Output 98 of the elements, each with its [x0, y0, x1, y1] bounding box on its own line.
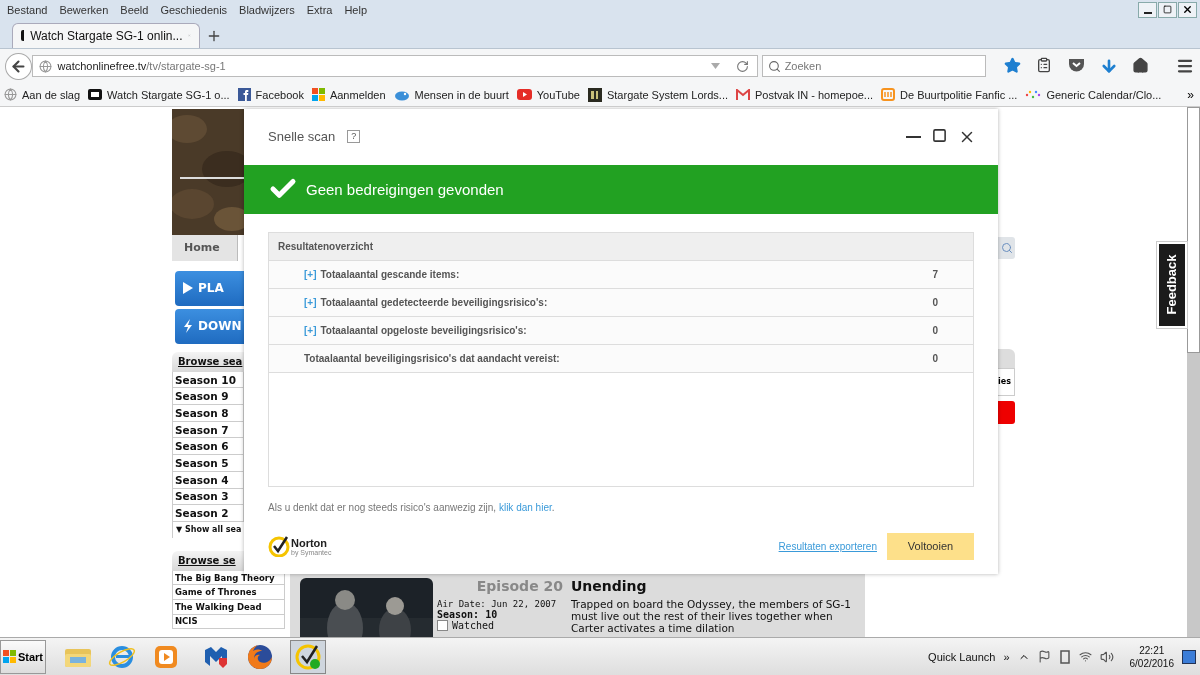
season-link[interactable]: Season 2 — [172, 505, 244, 522]
help-button[interactable]: ? — [347, 130, 361, 144]
bookmark[interactable]: Aanmelden — [311, 88, 386, 102]
speaker-icon[interactable] — [1099, 649, 1114, 664]
lightning-icon — [183, 319, 193, 334]
facebook-icon — [237, 88, 251, 102]
bookmark[interactable]: Stargate System Lords... — [587, 87, 729, 102]
toolbar-overflow[interactable]: » — [1003, 650, 1010, 663]
bookmark[interactable]: Facebook — [237, 88, 304, 102]
season-info: Season: 10 — [437, 608, 498, 620]
side-label: ies — [998, 367, 1015, 396]
norton-task-icon[interactable] — [290, 639, 326, 674]
search-field[interactable]: Zoeken — [761, 55, 986, 78]
episode-number: Episode 20 — [476, 577, 563, 594]
tab-title: Watch Stargate SG-1 onlin... — [30, 28, 183, 43]
finish-button[interactable]: Voltooien — [887, 532, 974, 560]
flag-icon[interactable] — [1037, 650, 1051, 664]
check-badge-icon — [268, 535, 290, 558]
download-button[interactable]: DOWN — [175, 308, 247, 344]
play-icon — [183, 282, 193, 295]
menu-item[interactable]: Geschiedenis — [160, 3, 228, 16]
result-label: Totaalaantal opgeloste beveiligingsrisico's: — [320, 324, 527, 336]
bookmark[interactable]: Generic Calendar/Clo... — [1025, 88, 1162, 101]
address-field[interactable]: watchonlinefree.tv/tv/stargate-sg-1 — [31, 55, 758, 78]
show-link[interactable]: The Walking Dead — [172, 600, 285, 615]
dark-square-icon — [587, 87, 602, 102]
bookmark[interactable]: De Buurtpolitie Fanfic ... — [881, 88, 1018, 102]
maximize-icon — [932, 127, 947, 143]
search-input[interactable]: Zoeken — [784, 57, 985, 76]
result-label: Totaalaantal gescande items: — [320, 268, 460, 280]
section-title: Browse sea — [178, 356, 243, 368]
show-desktop-button[interactable] — [1182, 649, 1196, 664]
start-button[interactable]: Start — [0, 639, 46, 674]
close-button[interactable] — [1178, 1, 1197, 18]
watched-checkbox[interactable]: Watched — [437, 619, 495, 631]
mail-icon — [736, 89, 751, 101]
menu-item[interactable]: Bewerken — [59, 3, 109, 16]
device-icon[interactable] — [1058, 649, 1071, 664]
season-link[interactable]: Season 8 — [172, 405, 244, 422]
play-icon — [516, 89, 532, 101]
back-icon — [9, 57, 27, 75]
minimize-icon — [906, 135, 921, 138]
panel-title: Resultatenoverzicht — [278, 240, 374, 252]
menu-item[interactable]: Bestand — [7, 3, 48, 16]
reload-icon[interactable] — [735, 59, 749, 73]
windows-icon — [3, 650, 16, 664]
windows-icon — [311, 88, 325, 102]
minimize-button[interactable] — [1138, 1, 1157, 18]
menu-item[interactable]: Beeld — [120, 3, 149, 16]
clock[interactable]: 22:21 6/02/2016 — [1129, 643, 1174, 670]
result-value: 0 — [932, 296, 938, 308]
minimize-icon — [1143, 11, 1152, 14]
result-value: 7 — [932, 268, 938, 280]
scrollbar[interactable] — [1187, 106, 1200, 638]
result-label: Totaalaantal gedetecteerde beveiligingsrisico's: — [320, 296, 548, 308]
browser-tab[interactable]: Watch Stargate SG-1 onlin... — [12, 22, 200, 48]
bookmarks-overflow[interactable]: » — [1187, 87, 1194, 102]
signal-icon[interactable] — [1078, 650, 1092, 664]
season-link[interactable]: Season 6 — [172, 438, 244, 456]
sparkle-icon — [1025, 88, 1042, 101]
bookmark[interactable]: YouTube — [516, 88, 580, 101]
section-title: Browse se — [178, 555, 236, 567]
search-button[interactable] — [998, 236, 1015, 259]
result-label: Totaalaantal beveiligingsrisico's dat aandacht vereist: — [304, 352, 560, 364]
star-icon[interactable] — [1004, 57, 1022, 76]
play-button[interactable]: PLA — [175, 270, 247, 306]
action-button[interactable] — [998, 400, 1015, 424]
feedback-tab[interactable]: Feedback — [1157, 241, 1187, 328]
globe-icon — [38, 59, 52, 73]
search-icon — [1000, 241, 1013, 254]
menu-item[interactable]: Bladwijzers — [239, 3, 295, 16]
result-value: 0 — [932, 324, 938, 336]
bookmark[interactable]: Watch Stargate SG-1 o... — [88, 88, 230, 101]
season-link[interactable]: Season 5 — [172, 455, 244, 472]
result-value: 0 — [932, 352, 938, 364]
bookmark[interactable]: Mensen in de buurt — [393, 88, 509, 102]
dialog-title: Snelle scan — [268, 129, 336, 145]
bookmark[interactable]: Aan de slag — [4, 88, 81, 102]
search-icon — [767, 59, 781, 73]
menu-item[interactable]: Extra — [306, 3, 333, 16]
back-button[interactable] — [5, 52, 32, 80]
brand-name: Norton — [291, 536, 329, 549]
help-note: Als u denkt dat er nog steeds risico's aanwezig zijn, klik dan hier. — [268, 501, 556, 513]
home-icon[interactable] — [1132, 57, 1150, 76]
show-link[interactable]: Game of Thrones — [172, 585, 285, 601]
season-link[interactable]: Season 9 — [172, 388, 244, 406]
episode-description: Trapped on board the Odyssey, the members of SG-1 must live out the rest of their lives together when Carter activates a time dilation — [571, 597, 852, 634]
bookmark[interactable]: Postvak IN - homepoe... — [736, 88, 874, 101]
status-text: Geen bedreigingen gevonden — [306, 180, 504, 198]
restore-icon — [1163, 5, 1172, 15]
scroll-thumb[interactable] — [1187, 106, 1200, 353]
tile-icon — [881, 88, 896, 102]
air-date: Air Date: Jun 22, 2007 — [437, 598, 557, 609]
home-tab[interactable]: Home — [172, 234, 238, 261]
quick-launch-label: Quick Launch — [928, 650, 996, 663]
episode-title: Unending — [571, 577, 648, 594]
menu-item[interactable]: Help — [344, 3, 368, 16]
globe-icon — [4, 88, 17, 102]
